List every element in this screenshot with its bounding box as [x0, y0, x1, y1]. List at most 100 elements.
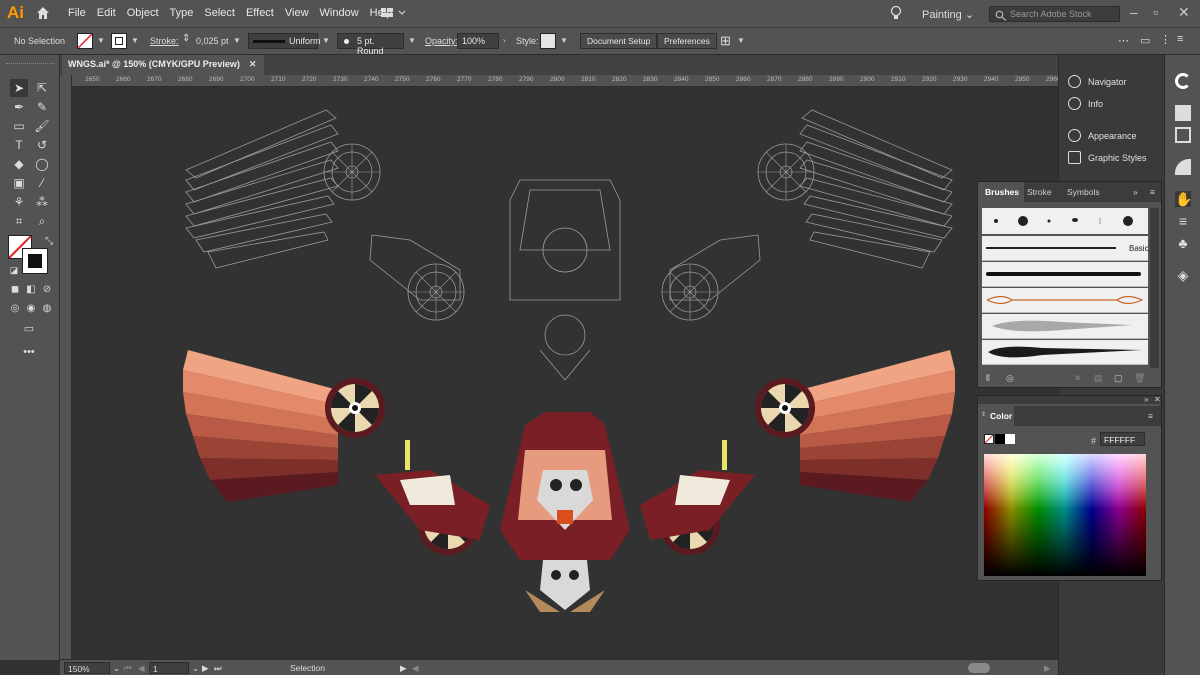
screen-mode-icon[interactable]: ▭	[20, 320, 38, 338]
chevron-down-icon[interactable]: ▼	[233, 36, 241, 45]
panel-menu-icon[interactable]: ≡	[1150, 187, 1155, 197]
brushes-scrollbar[interactable]	[1150, 208, 1159, 368]
home-icon[interactable]	[35, 5, 51, 23]
chevron-right-icon[interactable]: ›	[503, 36, 506, 45]
eraser-tool-icon[interactable]: ◆	[10, 155, 28, 173]
zoom-field[interactable]: 150%	[64, 662, 110, 674]
menu-view[interactable]: View	[285, 7, 309, 19]
chevron-down-icon[interactable]: ⌄	[113, 663, 120, 674]
chevron-down-icon[interactable]: ▼	[322, 36, 330, 45]
graphic-styles-panel-button[interactable]: Graphic Styles	[1063, 147, 1163, 169]
panel-menu-icon[interactable]: ≡	[1148, 411, 1153, 421]
search-stock-input[interactable]: Search Adobe Stock	[989, 6, 1120, 22]
panel-toggle-icon[interactable]: ▭	[1140, 34, 1150, 47]
close-icon[interactable]: ✕	[1178, 4, 1190, 21]
expand-icon[interactable]: »	[1133, 187, 1138, 197]
menu-object[interactable]: Object	[127, 7, 159, 19]
lasso-tool-icon[interactable]: ◯	[33, 155, 51, 173]
direct-selection-tool-icon[interactable]: ⇱	[33, 79, 51, 97]
opacity-field[interactable]: 100%	[457, 33, 499, 49]
artboard-canvas[interactable]	[72, 87, 1058, 659]
maximize-icon[interactable]: ▫	[1153, 4, 1158, 20]
none-swatch[interactable]	[984, 434, 994, 444]
rotate-tool-icon[interactable]: ↺	[33, 136, 51, 154]
default-colors-icon[interactable]: ◪	[5, 261, 23, 279]
tab-color[interactable]: Color	[990, 411, 1012, 421]
rectangle-tool-icon[interactable]: ▭	[10, 117, 28, 135]
next-artboard-icon[interactable]: ▶	[202, 663, 209, 674]
artboard-field[interactable]: 1	[149, 662, 189, 674]
menu-edit[interactable]: Edit	[97, 7, 116, 19]
scroll-left-icon[interactable]: ◀	[412, 663, 419, 674]
black-swatch[interactable]	[995, 434, 1005, 444]
wireframe-artwork[interactable]	[185, 109, 953, 381]
artboard-tool-icon[interactable]: ⌗	[10, 212, 28, 230]
hex-input[interactable]: FFFFFF	[1100, 432, 1145, 446]
graphic-style-swatch[interactable]	[540, 33, 556, 49]
remove-stroke-icon[interactable]: ✕	[1074, 373, 1082, 384]
curvature-tool-icon[interactable]: ✎	[33, 98, 51, 116]
draw-inside-icon[interactable]: ◍	[38, 300, 56, 318]
menu-select[interactable]: Select	[204, 7, 235, 19]
symbols-icon[interactable]: ♣	[1175, 235, 1191, 251]
colored-artwork[interactable]	[183, 350, 955, 612]
brush-options-icon[interactable]: ◎	[1006, 373, 1014, 384]
none-mode-icon[interactable]: ⊘	[38, 281, 56, 299]
more-icon[interactable]: ⋮	[1160, 33, 1171, 46]
stepper-icon[interactable]: ⇕	[182, 33, 190, 44]
lightbulb-icon[interactable]	[889, 5, 903, 23]
chevron-down-icon[interactable]: ▼	[737, 36, 745, 45]
layers-icon[interactable]	[1175, 127, 1191, 143]
symbol-sprayer-tool-icon[interactable]: ⁂	[33, 193, 51, 211]
close-panel-icon[interactable]: ✕	[1154, 395, 1161, 404]
libraries-icon[interactable]	[1175, 73, 1191, 89]
properties-icon[interactable]	[1175, 105, 1191, 121]
eyedropper-tool-icon[interactable]: ⁄	[33, 174, 51, 192]
first-artboard-icon[interactable]: ⏮	[124, 663, 132, 674]
brush-ink-stroke[interactable]	[982, 340, 1148, 365]
brush-library-icon[interactable]: ⫴	[986, 373, 990, 384]
type-tool-icon[interactable]: T	[10, 136, 28, 154]
info-panel-button[interactable]: Info	[1063, 93, 1163, 115]
chevron-down-icon[interactable]: ▼	[408, 36, 416, 45]
last-artboard-icon[interactable]: ⏭	[214, 663, 222, 674]
white-swatch[interactable]	[1005, 434, 1015, 444]
chevron-down-icon[interactable]: ▼	[97, 36, 105, 45]
preferences-button[interactable]: Preferences	[657, 33, 717, 49]
options-icon[interactable]: ▤	[1094, 373, 1103, 384]
menu-window[interactable]: Window	[320, 7, 359, 19]
brush-definition[interactable]: 5 pt. Round	[337, 33, 404, 56]
opacity-label[interactable]: Opacity:	[425, 36, 458, 46]
scroll-right-icon[interactable]: ▶	[1044, 663, 1051, 674]
brush-tip-row[interactable]	[982, 208, 1148, 234]
fill-swatch[interactable]	[77, 33, 93, 49]
stroke-icon[interactable]: ≡	[1175, 213, 1191, 229]
delete-brush-icon[interactable]: 🗑	[1134, 373, 1145, 384]
brushes-icon[interactable]: ✋	[1175, 191, 1192, 207]
menu-icon[interactable]: ≡	[1177, 33, 1183, 45]
variable-width-profile[interactable]: Uniform	[248, 33, 321, 49]
brush-basic[interactable]: Basic	[982, 236, 1149, 261]
chevron-down-icon[interactable]: ▼	[560, 36, 568, 45]
artwork[interactable]	[72, 87, 1058, 659]
appearance-panel-button[interactable]: Appearance	[1063, 125, 1163, 147]
more-tools-icon[interactable]: •••	[20, 343, 38, 361]
swap-colors-icon[interactable]: ⤡	[40, 233, 58, 251]
navigator-panel-button[interactable]: Navigator	[1063, 71, 1163, 93]
arrange-documents-icon[interactable]	[380, 6, 408, 22]
menu-type[interactable]: Type	[170, 7, 194, 19]
panel-menu-icon[interactable]: ⋯	[1118, 34, 1129, 47]
brush-gray-stroke[interactable]	[982, 314, 1148, 339]
blend-tool-icon[interactable]: ⚘	[10, 193, 28, 211]
layers-stack-icon[interactable]: ◈	[1175, 267, 1191, 283]
menu-effect[interactable]: Effect	[246, 7, 274, 19]
brush-art-decorative[interactable]	[982, 288, 1148, 313]
status-arrow-icon[interactable]: ▶	[400, 663, 407, 674]
pen-tool-icon[interactable]: ✒	[10, 98, 28, 116]
stroke-swatch[interactable]	[111, 33, 127, 49]
gradient-tool-icon[interactable]: ▣	[10, 174, 28, 192]
previous-artboard-icon[interactable]: ◀	[138, 663, 145, 674]
stroke-color-swatch[interactable]	[22, 248, 48, 274]
brush-charcoal[interactable]	[982, 262, 1148, 287]
paintbrush-tool-icon[interactable]: 🖌	[33, 117, 51, 135]
